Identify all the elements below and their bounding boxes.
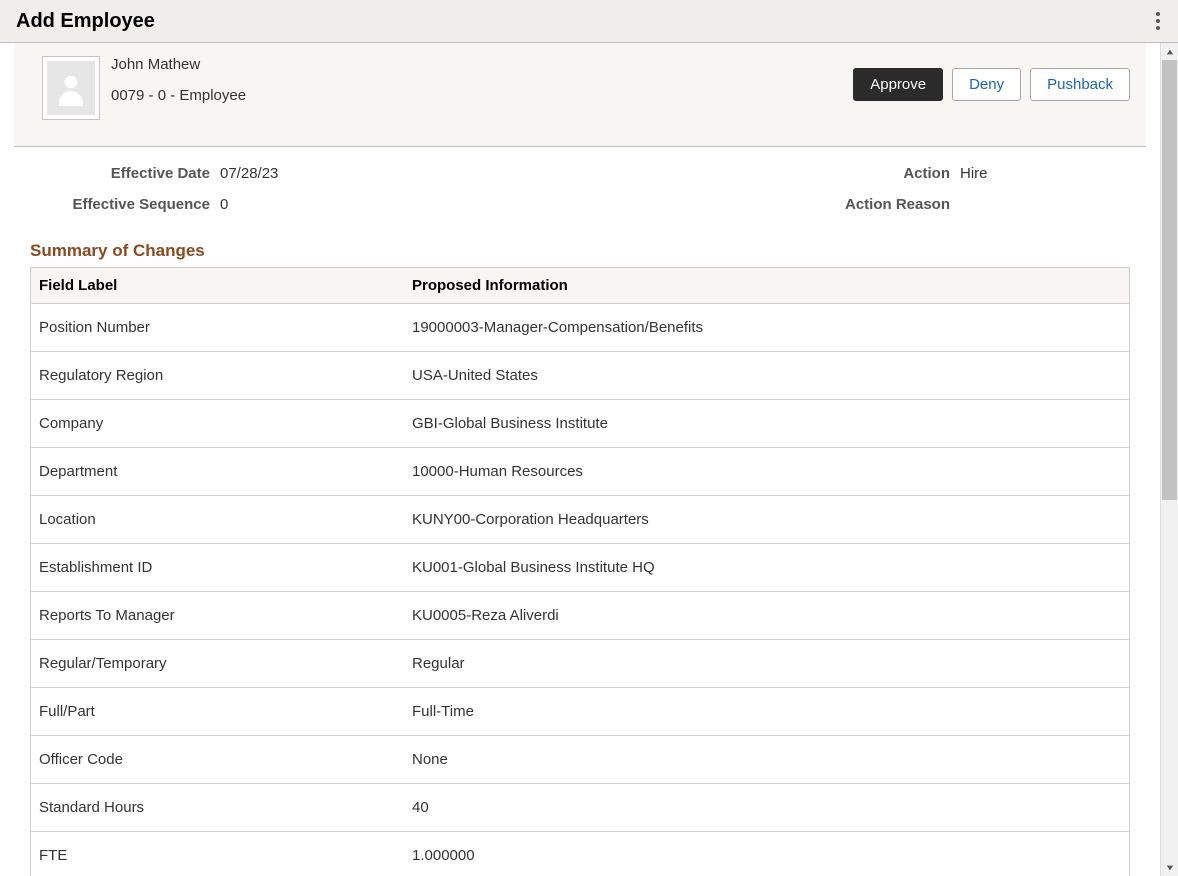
kebab-menu-icon[interactable] [1148,7,1168,35]
cell-field-label: Regulatory Region [31,352,404,400]
cell-field-label: Department [31,448,404,496]
table-row: Full/PartFull-Time [31,688,1129,736]
page-title: Add Employee [16,10,155,33]
cell-field-label: Position Number [31,304,404,352]
cell-proposed-info: KU001-Global Business Institute HQ [404,544,1129,592]
summary-table: Field Label Proposed Information Positio… [30,267,1130,876]
cell-proposed-info: GBI-Global Business Institute [404,400,1129,448]
cell-field-label: Regular/Temporary [31,640,404,688]
avatar [42,56,100,120]
effective-sequence-value: 0 [220,196,228,213]
person-icon [47,61,95,115]
deny-button[interactable]: Deny [952,68,1021,101]
table-row: Establishment IDKU001-Global Business In… [31,544,1129,592]
cell-proposed-info: 1.000000 [404,832,1129,876]
cell-proposed-info: USA-United States [404,352,1129,400]
table-row: Officer CodeNone [31,736,1129,784]
table-row: LocationKUNY00-Corporation Headquarters [31,496,1129,544]
table-row: Regular/TemporaryRegular [31,640,1129,688]
cell-field-label: Establishment ID [31,544,404,592]
employee-name: John Mathew [111,56,246,73]
meta-grid: Effective Date 07/28/23 Action Hire Effe… [14,147,1146,217]
cell-field-label: Officer Code [31,736,404,784]
table-row: Position Number19000003-Manager-Compensa… [31,304,1129,352]
table-row: Department10000-Human Resources [31,448,1129,496]
effective-sequence-label: Effective Sequence [30,196,210,213]
cell-field-label: FTE [31,832,404,876]
table-row: Reports To ManagerKU0005-Reza Aliverdi [31,592,1129,640]
table-row: CompanyGBI-Global Business Institute [31,400,1129,448]
cell-proposed-info: None [404,736,1129,784]
table-row: Standard Hours40 [31,784,1129,832]
scroll-up-arrow-icon[interactable] [1162,43,1177,60]
action-reason-label: Action Reason [600,196,950,213]
effective-date-value: 07/28/23 [220,165,278,182]
cell-proposed-info: 19000003-Manager-Compensation/Benefits [404,304,1129,352]
effective-date-label: Effective Date [30,165,210,182]
cell-field-label: Reports To Manager [31,592,404,640]
cell-proposed-info: Full-Time [404,688,1129,736]
cell-proposed-info: Regular [404,640,1129,688]
approve-button[interactable]: Approve [853,68,943,101]
table-row: Regulatory RegionUSA-United States [31,352,1129,400]
cell-proposed-info: KUNY00-Corporation Headquarters [404,496,1129,544]
cell-field-label: Company [31,400,404,448]
cell-field-label: Location [31,496,404,544]
cell-field-label: Full/Part [31,688,404,736]
action-label: Action [600,165,950,182]
employee-subline: 0079 - 0 - Employee [111,87,246,104]
content-area: John Mathew 0079 - 0 - Employee Approve … [0,43,1160,876]
scroll-down-arrow-icon[interactable] [1162,859,1177,876]
col-field-label: Field Label [31,268,404,304]
scroll-thumb[interactable] [1162,60,1177,500]
cell-proposed-info: KU0005-Reza Aliverdi [404,592,1129,640]
table-row: FTE1.000000 [31,832,1129,876]
section-title: Summary of Changes [30,241,1130,261]
action-value: Hire [960,165,988,182]
col-proposed-info: Proposed Information [404,268,1129,304]
cell-field-label: Standard Hours [31,784,404,832]
scroll-track[interactable] [1162,60,1177,859]
cell-proposed-info: 10000-Human Resources [404,448,1129,496]
vertical-scrollbar[interactable] [1160,43,1178,876]
pushback-button[interactable]: Pushback [1030,68,1130,101]
title-bar: Add Employee [0,0,1178,43]
employee-header-card: John Mathew 0079 - 0 - Employee Approve … [14,43,1146,147]
action-button-group: Approve Deny Pushback [853,68,1130,101]
cell-proposed-info: 40 [404,784,1129,832]
